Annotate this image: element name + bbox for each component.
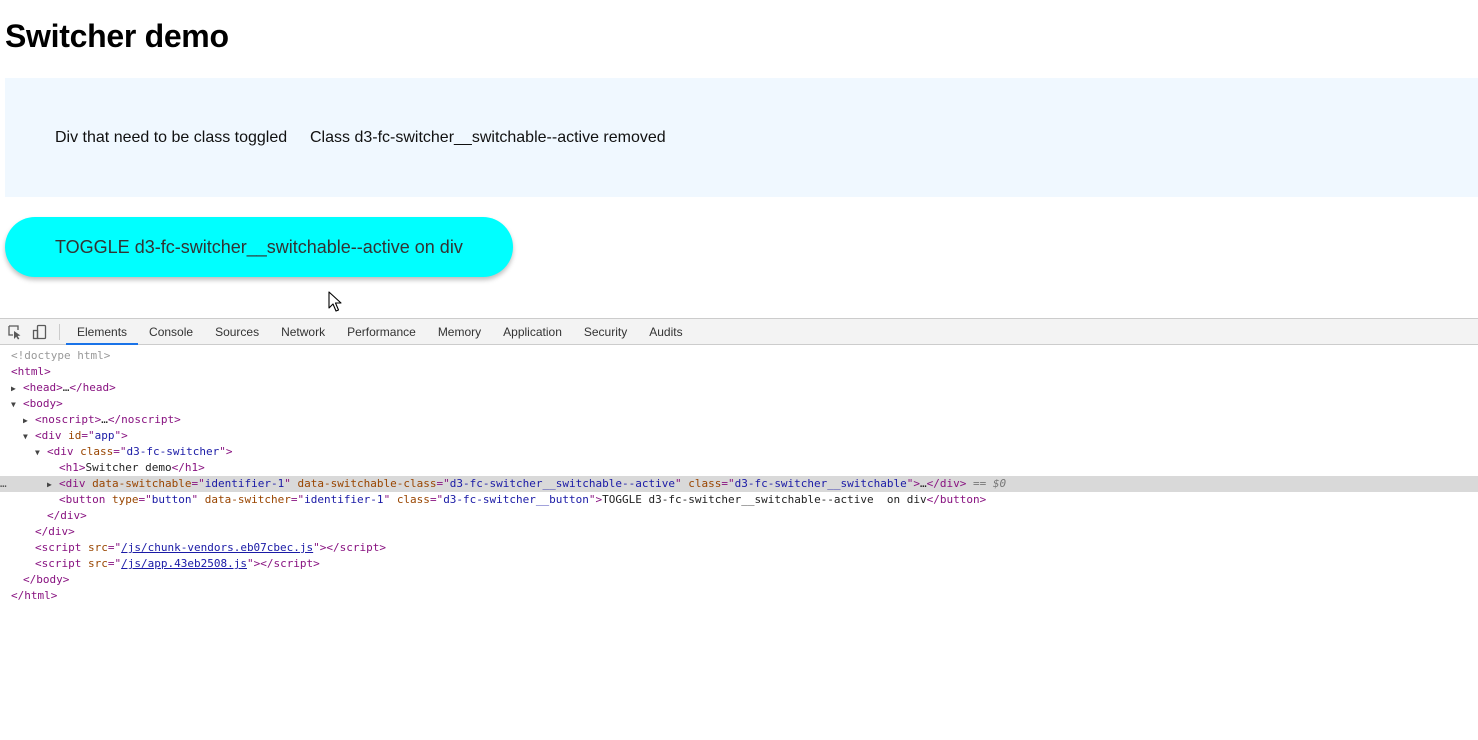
dom-node-button[interactable]: <button type="button" data-switcher="ide… bbox=[0, 492, 1478, 508]
switcher-class-value: d3-fc-switcher bbox=[126, 445, 220, 458]
toggle-button[interactable]: TOGGLE d3-fc-switcher__switchable--activ… bbox=[5, 217, 513, 277]
selected-node-marker: == $0 bbox=[973, 477, 1007, 490]
tab-sources[interactable]: Sources bbox=[204, 319, 270, 345]
expand-triangle-icon[interactable]: ▶ bbox=[23, 413, 35, 429]
switcher-class-attr: class bbox=[80, 445, 114, 458]
body-tag-name: body bbox=[29, 397, 57, 410]
expand-triangle-icon[interactable]: ▶ bbox=[11, 381, 23, 397]
tab-performance[interactable]: Performance bbox=[336, 319, 427, 345]
inspect-element-icon[interactable] bbox=[7, 324, 23, 340]
devtools-tabs: Elements Console Sources Network Perform… bbox=[66, 319, 694, 346]
switchable-attr1: data-switchable bbox=[92, 477, 192, 490]
switchable-val2: d3-fc-switcher__switchable--active bbox=[449, 477, 675, 490]
button-attr3: class bbox=[396, 493, 430, 506]
dom-node-div-app[interactable]: ▼ <div id="app"> bbox=[0, 428, 1478, 444]
device-toolbar-icon[interactable] bbox=[32, 324, 48, 340]
switchable-attr2: data-switchable-class bbox=[297, 477, 437, 490]
collapse-triangle-icon[interactable]: ▼ bbox=[23, 429, 35, 445]
dom-node-h1[interactable]: <h1>Switcher demo</h1> bbox=[0, 460, 1478, 476]
collapse-triangle-icon[interactable]: ▼ bbox=[35, 445, 47, 461]
noscript-close-tag-name: noscript bbox=[121, 413, 175, 426]
tab-elements[interactable]: Elements bbox=[66, 319, 139, 345]
script-vendors-link[interactable]: /js/chunk-vendors.eb07cbec.js bbox=[121, 541, 313, 554]
button-val3: d3-fc-switcher__button bbox=[443, 493, 589, 506]
tab-audits[interactable]: Audits bbox=[638, 319, 693, 345]
toolbar-divider bbox=[59, 324, 60, 340]
page-content: Switcher demo Div that need to be class … bbox=[0, 0, 1478, 318]
dom-close-html: </html> bbox=[11, 589, 58, 602]
tab-security[interactable]: Security bbox=[573, 319, 638, 345]
devtools-panel: Elements Console Sources Network Perform… bbox=[0, 318, 1478, 740]
button-attr2: data-switcher bbox=[204, 493, 291, 506]
head-tag-name: head bbox=[29, 381, 57, 394]
dom-node-script-app[interactable]: <script src="/js/app.43eb2508.js"></scri… bbox=[0, 556, 1478, 572]
switchable-val3: d3-fc-switcher__switchable bbox=[734, 477, 907, 490]
dom-tree: <!doctype html> <html> ▶ <head>…</head> ▼… bbox=[0, 348, 1478, 604]
noscript-tag-name: noscript bbox=[41, 413, 95, 426]
page-title: Switcher demo bbox=[5, 18, 229, 54]
expand-triangle-icon[interactable]: ▶ bbox=[47, 477, 59, 493]
switchable-val1: identifier-1 bbox=[204, 477, 285, 490]
button-attr1: type bbox=[111, 493, 139, 506]
dom-node-noscript[interactable]: ▶ <noscript>…</noscript> bbox=[0, 412, 1478, 428]
tab-application[interactable]: Application bbox=[492, 319, 573, 345]
tab-network[interactable]: Network bbox=[270, 319, 336, 345]
dom-close-body: </body> bbox=[23, 573, 70, 586]
dom-close-div-app: </div> bbox=[35, 525, 75, 538]
dom-node-html[interactable]: <html> bbox=[0, 364, 1478, 380]
noscript-ellipsis: … bbox=[101, 413, 108, 426]
div-switcher-tag-name: div bbox=[53, 445, 74, 458]
mouse-pointer-icon bbox=[328, 291, 342, 312]
div-app-tag-name: div bbox=[41, 429, 62, 442]
dom-node-body[interactable]: ▼ <body> bbox=[0, 396, 1478, 412]
collapse-triangle-icon[interactable]: ▼ bbox=[11, 397, 23, 413]
dom-node-div-switcher[interactable]: ▼ <div class="d3-fc-switcher"> bbox=[0, 444, 1478, 460]
status-text: Class d3-fc-switcher__switchable--active… bbox=[310, 129, 666, 146]
more-options-icon[interactable]: … bbox=[0, 476, 7, 492]
dom-node-head[interactable]: ▶ <head>…</head> bbox=[0, 380, 1478, 396]
dom-node-switchable-selected[interactable]: … ▶ <div data-switchable="identifier-1" da… bbox=[0, 476, 1478, 492]
html-open-tag: <html> bbox=[11, 365, 51, 378]
button-val2: identifier-1 bbox=[304, 493, 384, 506]
switchable-div: Div that need to be class toggled Class … bbox=[5, 78, 1478, 197]
id-value: app bbox=[94, 429, 115, 442]
button-val1: button bbox=[151, 493, 192, 506]
switchable-attr3: class bbox=[688, 477, 722, 490]
tab-console[interactable]: Console bbox=[138, 319, 204, 345]
dom-node-script-vendors[interactable]: <script src="/js/chunk-vendors.eb07cbec.… bbox=[0, 540, 1478, 556]
id-attr: id bbox=[68, 429, 82, 442]
switchable-label: Div that need to be class toggled bbox=[55, 129, 288, 146]
doctype-text: <!doctype html> bbox=[11, 349, 111, 362]
h1-text: Switcher demo bbox=[85, 461, 172, 474]
head-close-tag-name: head bbox=[82, 381, 110, 394]
dom-close-div-switcher: </div> bbox=[47, 509, 87, 522]
dom-node-doctype[interactable]: <!doctype html> bbox=[0, 348, 1478, 364]
devtools-toolbar: Elements Console Sources Network Perform… bbox=[0, 318, 1478, 345]
tab-memory[interactable]: Memory bbox=[427, 319, 492, 345]
button-node-text: TOGGLE d3-fc-switcher__switchable--activ… bbox=[602, 493, 927, 506]
script-app-link[interactable]: /js/app.43eb2508.js bbox=[121, 557, 247, 570]
